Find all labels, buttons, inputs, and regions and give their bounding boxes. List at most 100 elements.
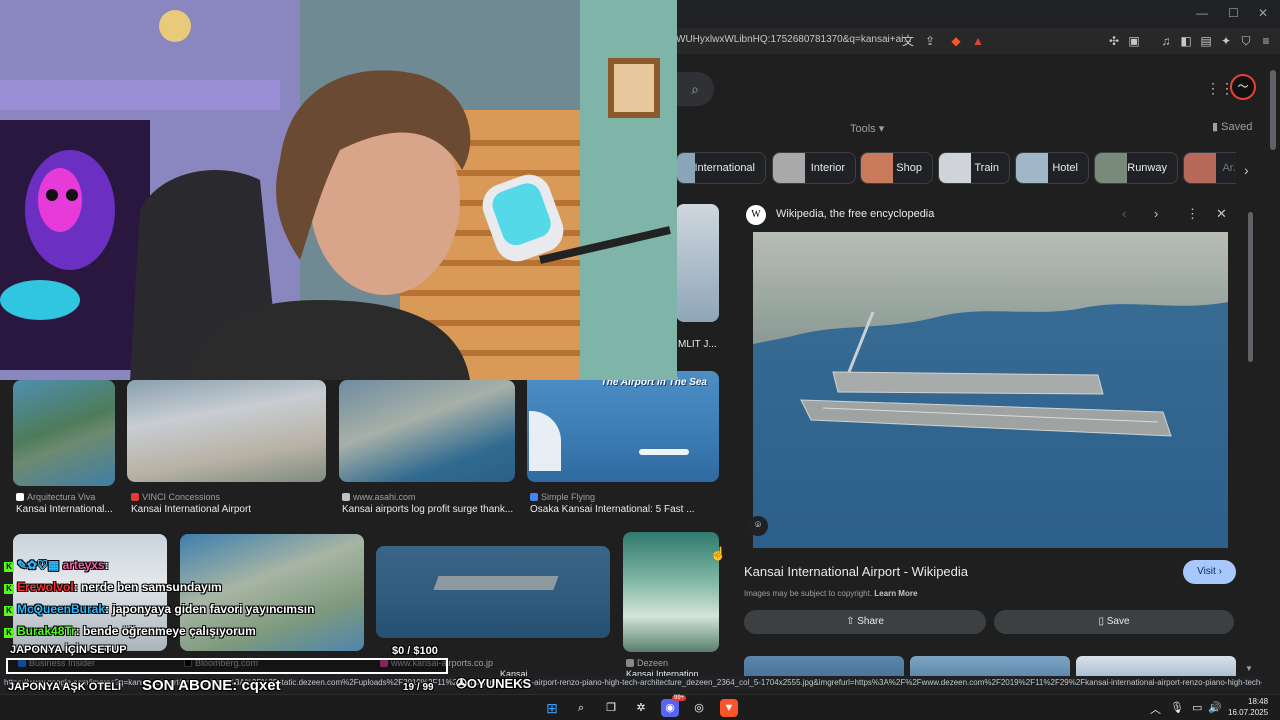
brand-text: OYUNEKS [466, 676, 532, 691]
share-page-icon[interactable]: ⇪ [922, 33, 938, 49]
microphone-icon[interactable]: 🎙 [1170, 701, 1184, 714]
volume-icon[interactable]: 🔊 [1208, 701, 1222, 714]
task-view-icon[interactable]: ❐ [602, 699, 620, 717]
plane-tail [529, 411, 561, 471]
controller-icon: ✇ [456, 676, 467, 691]
bookmark-icon: ▮ [1212, 121, 1219, 133]
chip-label: International [694, 162, 755, 174]
saved-button[interactable]: ▮ Saved [1212, 120, 1252, 133]
next-icon[interactable]: › [1154, 206, 1158, 221]
copyright-text: Images may be subject to copyright. [744, 589, 873, 598]
discord-icon[interactable]: ◉ [661, 699, 679, 717]
chip-train[interactable]: Train [938, 152, 1010, 184]
translate-icon[interactable]: 文 [900, 33, 916, 49]
chat-text: : nerde ben samsundayım [73, 580, 222, 594]
more-options-icon[interactable]: ⋮ [1186, 206, 1199, 222]
airport-aerial-illustration [753, 232, 1228, 548]
scroll-down-icon[interactable]: ▼ [1245, 664, 1253, 673]
result-title-partial[interactable]: MLIT J... [678, 339, 718, 350]
obs-icon[interactable]: ◎ [690, 699, 708, 717]
result-image[interactable] [127, 380, 326, 482]
chip-runway[interactable]: Runway [1094, 152, 1178, 184]
wallet-icon[interactable]: ▤ [1198, 33, 1214, 49]
saved-label: Saved [1221, 121, 1253, 133]
goal-progress-bar [6, 658, 448, 674]
result-image[interactable] [13, 380, 115, 486]
visit-button[interactable]: Visit › [1183, 560, 1236, 584]
result-image-partial[interactable] [676, 204, 719, 322]
result-source-text: www.asahi.com [353, 492, 416, 502]
result-title[interactable]: Kansai airports log profit surge thank..… [342, 504, 514, 515]
brave-rewards-icon[interactable]: ▲ [970, 33, 986, 49]
panel-scrollbar[interactable] [1248, 212, 1253, 362]
chevron-up-icon[interactable]: ︿ [1150, 701, 1161, 717]
previous-icon[interactable]: ‹ [1122, 206, 1126, 221]
chip-label: Shop [896, 162, 922, 174]
result-title[interactable]: Osaka Kansai International: 5 Fast ... [530, 504, 719, 515]
chip-interior[interactable]: Interior [772, 152, 856, 184]
close-icon[interactable]: ✕ [1216, 206, 1227, 222]
search-icon[interactable]: ⌕ [572, 699, 590, 717]
minimize-icon[interactable]: — [1196, 6, 1208, 20]
page-scrollbar[interactable] [1270, 70, 1276, 150]
result-title[interactable]: Kansai International Airport [131, 504, 326, 515]
result-title[interactable]: Kansai International... [16, 504, 114, 515]
save-label: Save [1106, 616, 1130, 627]
share-icon: ⇧ [846, 616, 855, 627]
brand-logo: ✇OYUNEKS [456, 676, 531, 692]
chip-international[interactable]: International [676, 152, 766, 184]
chip-more[interactable]: Ar... [1183, 152, 1236, 184]
chip-label: Train [974, 162, 999, 174]
screenshot-icon[interactable]: ▣ [1126, 33, 1142, 49]
favicon-icon [530, 493, 538, 501]
extensions-icon[interactable]: ✣ [1106, 33, 1122, 49]
taskbar: ⊞ ⌕ ❐ ✲ ◉ 99+ ◎ ▼ ︿ 🎙 ▭ 🔊 18:48 16.07.20… [0, 694, 1280, 720]
goal-amount: $0 / $100 [392, 645, 438, 657]
chip-hotel[interactable]: Hotel [1015, 152, 1089, 184]
leo-ai-icon[interactable]: ✦ [1218, 33, 1234, 49]
chatgpt-icon[interactable]: ✲ [632, 699, 650, 717]
result-image[interactable] [339, 380, 515, 482]
close-window-icon[interactable]: ✕ [1258, 6, 1268, 20]
chat-text: : japonyaya giden favori yayıncımsın [105, 602, 315, 616]
chevron-right-icon[interactable]: › [1244, 162, 1249, 178]
hotel-counter: 19 / 99 [403, 682, 434, 693]
menu-icon[interactable]: ≡ [1258, 33, 1274, 49]
result-source-text: Simple Flying [541, 492, 596, 502]
chat-message: K Burak48Tr: bende öğrenmeye çalışıyorum [4, 624, 256, 638]
lens-search-icon[interactable]: ⌾ [748, 516, 768, 536]
clock[interactable]: 18:48 16.07.2025 [1228, 696, 1268, 718]
result-image[interactable] [376, 546, 610, 638]
chip-shop[interactable]: Shop [860, 152, 933, 184]
maximize-icon[interactable]: ☐ [1228, 6, 1239, 20]
kick-badge-icon: K [4, 628, 14, 638]
share-button[interactable]: ⇧ Share [744, 610, 986, 634]
preview-image[interactable] [753, 232, 1228, 548]
search-icon: ⌕ [691, 81, 699, 97]
streamer-webcam-feed [0, 0, 677, 380]
panel-source[interactable]: Wikipedia, the free encyclopedia [776, 208, 934, 220]
save-button[interactable]: ▯ Save [994, 610, 1234, 634]
chip-label: Runway [1127, 162, 1167, 174]
avatar[interactable]: 〜 [1230, 74, 1256, 100]
result-source: Arquitectura Viva [16, 492, 95, 502]
brave-browser-icon[interactable]: ▼ [720, 699, 738, 717]
media-icon[interactable]: ♫ [1158, 33, 1174, 49]
hotel-label: JAPONYA AŞK OTELİ [8, 681, 122, 693]
search-button[interactable]: ⌕ [676, 72, 714, 106]
panel-title[interactable]: Kansai International Airport - Wikipedia [744, 564, 968, 579]
share-label: Share [857, 616, 884, 627]
tools-button[interactable]: Tools ▾ [850, 122, 884, 135]
sidebar-icon[interactable]: ◧ [1178, 33, 1194, 49]
brave-shields-icon[interactable]: ◆ [948, 33, 964, 49]
result-image[interactable]: The Airport In The Sea [527, 371, 719, 482]
result-image[interactable] [623, 532, 719, 652]
learn-more-link[interactable]: Learn More [874, 589, 917, 598]
windows-start-icon[interactable]: ⊞ [543, 699, 561, 717]
goal-label: JAPONYA İÇİN SETUP [10, 644, 127, 656]
favicon-icon [342, 493, 350, 501]
vpn-icon[interactable]: ⛉ [1238, 33, 1254, 49]
url-text[interactable]: WUHyxlwxWLibnHQ:1752680781370&q=kansai+a… [676, 34, 912, 45]
emote-icons: ✎✿♡▦ [17, 558, 60, 572]
network-icon[interactable]: ▭ [1192, 701, 1202, 714]
